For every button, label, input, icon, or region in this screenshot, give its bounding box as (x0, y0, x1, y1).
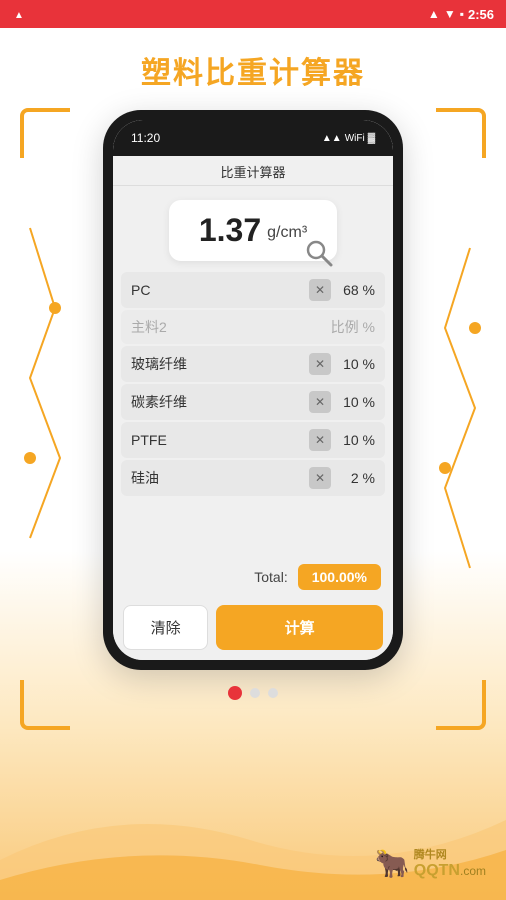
status-bar-left: ▲ (14, 5, 24, 23)
main-content: 塑料比重计算器 11:20 ▲▲ WiFi ▓ 比重计算器 1.37 g/cm (0, 28, 506, 900)
pagination-dots (228, 686, 278, 700)
phone-time: 11:20 (131, 131, 160, 145)
material-name-pc: PC (131, 282, 303, 298)
material-percent-glass: 10 % (337, 356, 375, 372)
delete-icon-pc: ✕ (315, 283, 325, 297)
signal-icon: ▲ (428, 7, 440, 21)
pagination-dot-3[interactable] (268, 688, 278, 698)
delete-btn-ptfe[interactable]: ✕ (309, 429, 331, 451)
bottom-logo: 🐂 腾牛网 QQTN .com (375, 846, 486, 880)
materials-list: PC ✕ 68 % 主料2 比例 % 玻璃纤维 ✕ (113, 271, 393, 557)
bottom-wave (0, 780, 506, 900)
delete-icon-carbon: ✕ (315, 395, 325, 409)
delete-btn-carbon[interactable]: ✕ (309, 391, 331, 413)
status-bar-icons: ▲ ▼ ▪ 2:56 (428, 7, 494, 22)
phone-status-bar: 11:20 ▲▲ WiFi ▓ (113, 120, 393, 156)
material-name-placeholder: 主料2 (131, 317, 325, 337)
delete-icon-ptfe: ✕ (315, 433, 325, 447)
material-row-placeholder[interactable]: 主料2 比例 % (121, 310, 385, 344)
pagination-dot-2[interactable] (250, 688, 260, 698)
corner-bracket-tr (436, 108, 486, 158)
logo-main-text: QQTN (414, 862, 460, 880)
material-percent-silicone: 2 % (337, 470, 375, 486)
app-header: 比重计算器 (113, 156, 393, 186)
delete-icon-glass: ✕ (315, 357, 325, 371)
material-percent-carbon: 10 % (337, 394, 375, 410)
phone-status-icons: ▲▲ WiFi ▓ (322, 133, 375, 144)
material-row-carbon: 碳素纤维 ✕ 10 % (121, 384, 385, 420)
logo-label: 腾牛网 (414, 846, 486, 862)
material-row-pc: PC ✕ 68 % (121, 272, 385, 308)
logo-icon: 🐂 (375, 847, 410, 880)
total-value: 100.00% (298, 564, 381, 590)
page-title: 塑料比重计算器 (141, 48, 365, 92)
corner-bracket-tl (20, 108, 70, 158)
battery-icon: ▪ (460, 7, 464, 21)
phone-wifi-icon: WiFi (345, 133, 365, 144)
clear-button[interactable]: 清除 (123, 605, 208, 650)
status-time: 2:56 (468, 7, 494, 22)
total-label: Total: (254, 569, 287, 585)
result-unit: g/cm³ (267, 224, 307, 242)
calculate-button[interactable]: 计算 (216, 605, 383, 650)
material-percent-pc: 68 % (337, 282, 375, 298)
material-percent-placeholder: 比例 % (331, 317, 375, 337)
result-display: 1.37 g/cm³ (113, 186, 393, 271)
pagination-dot-1[interactable] (228, 686, 242, 700)
result-value: 1.37 (199, 212, 261, 249)
action-buttons: 清除 计算 (113, 597, 393, 660)
delete-btn-pc[interactable]: ✕ (309, 279, 331, 301)
delete-btn-silicone[interactable]: ✕ (309, 467, 331, 489)
phone-mockup: 11:20 ▲▲ WiFi ▓ 比重计算器 1.37 g/cm³ (103, 110, 403, 670)
material-name-carbon: 碳素纤维 (131, 392, 303, 412)
delete-btn-glass[interactable]: ✕ (309, 353, 331, 375)
material-row-ptfe: PTFE ✕ 10 % (121, 422, 385, 458)
phone-screen: 11:20 ▲▲ WiFi ▓ 比重计算器 1.37 g/cm³ (113, 120, 393, 660)
material-row-silicone: 硅油 ✕ 2 % (121, 460, 385, 496)
material-name-glass: 玻璃纤维 (131, 354, 303, 374)
app-title: 比重计算器 (220, 165, 285, 180)
total-row: Total: 100.00% (113, 557, 393, 597)
phone-signal-icon: ▲▲ (322, 133, 342, 144)
phone-battery-icon: ▓ (368, 133, 375, 144)
material-name-ptfe: PTFE (131, 432, 303, 448)
material-percent-ptfe: 10 % (337, 432, 375, 448)
status-bar: ▲ ▲ ▼ ▪ 2:56 (0, 0, 506, 28)
material-row-glass: 玻璃纤维 ✕ 10 % (121, 346, 385, 382)
magnifier-icon (305, 239, 333, 267)
wifi-icon: ▼ (444, 7, 456, 21)
logo-sub-text: .com (460, 864, 486, 878)
material-name-silicone: 硅油 (131, 468, 303, 488)
delete-icon-silicone: ✕ (315, 471, 325, 485)
corner-bracket-bl (20, 680, 70, 730)
corner-bracket-br (436, 680, 486, 730)
